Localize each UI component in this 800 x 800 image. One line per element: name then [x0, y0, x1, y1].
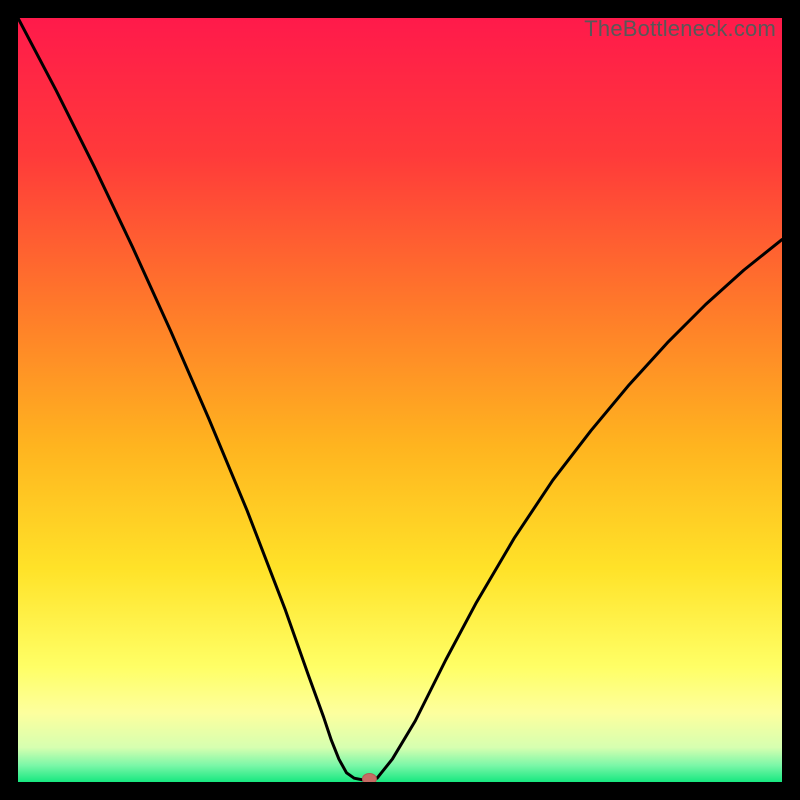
- chart-frame: TheBottleneck.com: [18, 18, 782, 782]
- watermark-text: TheBottleneck.com: [584, 16, 776, 42]
- sweet-spot-marker: [362, 773, 376, 782]
- gradient-background: [18, 18, 782, 782]
- chart-svg: [18, 18, 782, 782]
